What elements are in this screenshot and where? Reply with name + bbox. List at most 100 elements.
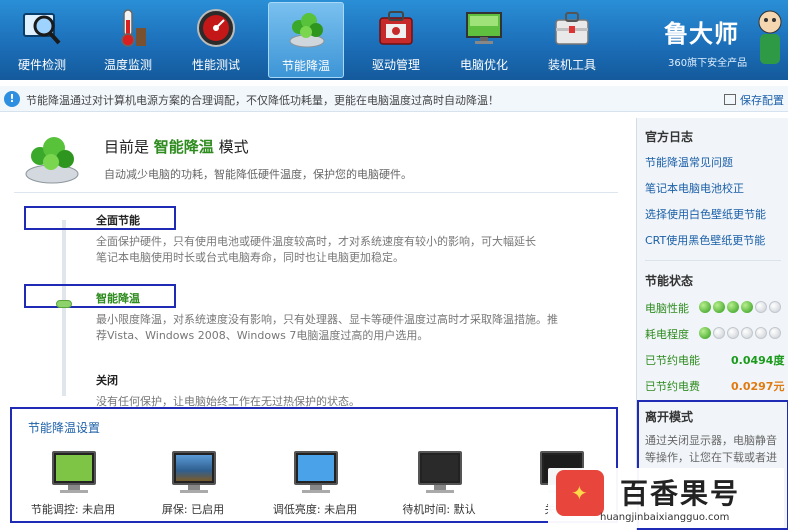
leaf-cooling-icon [289,13,325,48]
setting-label: 待机时间: 默认 [402,503,476,516]
away-mode-desc-line: 通过关闭显示器，电脑静音 [645,434,777,447]
away-mode-title: 离开模式 [645,410,694,424]
speedometer-icon [197,9,235,47]
settings-title: 节能降温设置 [28,421,101,435]
performance-label: 电脑性能 [645,302,689,315]
mode-prefix: 目前是 [104,138,150,156]
away-mode-desc-line: 等操作，让您在下载或者进 [645,451,777,464]
info-icon: ! [4,91,20,107]
rating-dot-empty [755,300,767,313]
rating-dot-empty [769,326,781,339]
rating-dot-empty [769,300,781,313]
option-smart-cooling[interactable]: 智能降温 最小限度降温，对系统速度没有影响，只有处理器、显卡等硬件温度过高时才采… [96,290,558,344]
saved-cost-value: 0.0297元 [731,380,785,393]
saved-power-value: 0.0494度 [731,354,785,367]
monitor-icon [418,451,462,485]
divider [645,260,781,261]
monitor-icon [294,451,338,485]
tool-driver-management[interactable]: 驱动管理 [358,2,434,78]
watermark: ✦ 百香果号 huangjinbaixiangguo.com [548,468,784,528]
brand-logo: 鲁大师 360旗下安全产品 [658,0,788,80]
rating-dot-empty [741,326,753,339]
option-title: 关闭 [96,374,118,387]
rating-dot-filled [699,326,711,339]
watermark-logo: ✦ [556,470,604,516]
tool-hardware-check[interactable]: 硬件检测 [4,2,80,78]
mode-slider-track[interactable] [62,220,66,396]
rating-dot-empty [755,326,767,339]
main-panel: 目前是 智能降温 模式 自动减少电脑的功耗，智能降低硬件温度，保护您的电脑硬件。… [0,118,636,408]
optimize-monitor-icon [466,12,502,44]
away-mode-desc: 通过关闭显示器，电脑静音 等操作，让您在下载或者进 [645,432,777,466]
option-desc-line: 全面保护硬件，只有使用电池或硬件温度较高时，才对系统速度有较小的影响，可大幅延长 [96,235,536,248]
energy-settings-panel: 节能降温设置 节能调控: 未启用 屏保: 已启用 调低亮度: 未启用 待机时间:… [10,407,618,523]
save-config-label: 保存配置 [740,94,784,107]
mode-name: 智能降温 [153,138,214,156]
thermometer-icon [121,9,146,47]
rating-dot-filled [741,300,753,313]
save-icon [724,94,736,105]
info-bar: ! 节能降温通过对计算机电源方案的合理调配，不仅降低功耗量，更能在电脑温度过高时… [0,86,788,112]
setting-label: 调低亮度: 未启用 [272,503,358,516]
setting-screensaver[interactable]: 屏保: 已启用 [144,449,242,519]
rating-dot-filled [699,300,711,313]
option-title: 智能降温 [96,292,140,305]
tool-label: 驱动管理 [371,58,420,72]
setting-label: 屏保: 已启用 [161,503,225,516]
rating-dot-filled [727,300,739,313]
tool-label: 温度监测 [103,58,152,72]
tool-label: 装机工具 [547,58,596,72]
monitor-icon [172,451,216,485]
mode-description: 自动减少电脑的功耗，智能降低硬件温度，保护您的电脑硬件。 [104,168,412,181]
saved-cost-label: 已节约电费 [645,380,700,393]
rating-dot-empty [727,326,739,339]
log-link[interactable]: CRT使用黑色壁纸更节能 [645,232,765,248]
tool-label: 节能降温 [281,59,330,73]
official-log-title: 官方日志 [645,130,694,144]
top-toolbar: 硬件检测 温度监测 性能测试 节能降温 驱动管理 电脑优化 装机工具 鲁大师 3… [0,0,788,80]
setting-label: 节能调控: 未启用 [30,503,116,516]
option-off[interactable]: 关闭 没有任何保护，让电脑始终工作在无过热保护的状态。 [96,372,360,410]
option-desc-line: 笔记本电脑使用时长或台式电脑寿命，同时也让电脑更加稳定。 [96,251,404,264]
tool-optimize[interactable]: 电脑优化 [446,2,522,78]
log-link[interactable]: 选择使用白色壁纸更节能 [645,206,766,222]
tool-temperature[interactable]: 温度监测 [90,2,166,78]
tool-label: 性能测试 [191,58,240,72]
option-desc-line: 荐Vista、Windows 2008、Windows 7电脑温度过高的用户选用… [96,329,429,342]
option-full-saving[interactable]: 全面节能 全面保护硬件，只有使用电池或硬件温度较高时，才对系统速度有较小的影响，… [96,212,536,266]
divider [14,192,618,193]
mascot-icon [758,10,782,64]
mode-suffix: 模式 [218,138,249,156]
rating-dot-empty [713,326,725,339]
option-title: 全面节能 [96,214,140,227]
log-link[interactable]: 笔记本电脑电池校正 [645,180,744,196]
tool-label: 电脑优化 [459,58,508,72]
power-consumption-rating [699,325,783,339]
option-desc-line: 最小限度降温，对系统速度没有影响，只有处理器、显卡等硬件温度过高时才采取降温措施… [96,313,558,326]
saved-power-label: 已节约电能 [645,354,700,367]
tool-install-tools[interactable]: 装机工具 [534,2,610,78]
setting-power-control[interactable]: 节能调控: 未启用 [24,449,122,519]
saving-status-title: 节能状态 [645,274,694,288]
tool-performance[interactable]: 性能测试 [178,2,254,78]
watermark-title: 百香果号 [620,477,741,510]
tool-label: 硬件检测 [17,58,66,72]
leaf-cooling-icon [25,137,79,184]
rating-dot-filled [713,300,725,313]
performance-rating [699,299,783,313]
brand-subtitle: 360旗下安全产品 [668,58,748,69]
save-config-link[interactable]: 保存配置 [724,92,784,108]
info-message: 节能降温通过对计算机电源方案的合理调配，不仅降低功耗量，更能在电脑温度过高时自动… [26,94,499,107]
toolbox-icon [555,12,589,45]
tool-energy-saving[interactable]: 节能降温 [268,2,344,78]
setting-standby[interactable]: 待机时间: 默认 [390,449,488,519]
log-link[interactable]: 节能降温常见问题 [645,154,733,170]
setting-brightness[interactable]: 调低亮度: 未启用 [266,449,364,519]
power-consumption-label: 耗电程度 [645,328,689,341]
magnifier-icon [23,13,61,45]
current-mode-title: 目前是 智能降温 模式 [104,136,249,157]
watermark-url: huangjinbaixiangguo.com [600,512,730,523]
driver-toolbox-icon [379,11,413,45]
mode-slider-knob[interactable] [56,300,72,308]
brand-name: 鲁大师 [664,19,739,48]
